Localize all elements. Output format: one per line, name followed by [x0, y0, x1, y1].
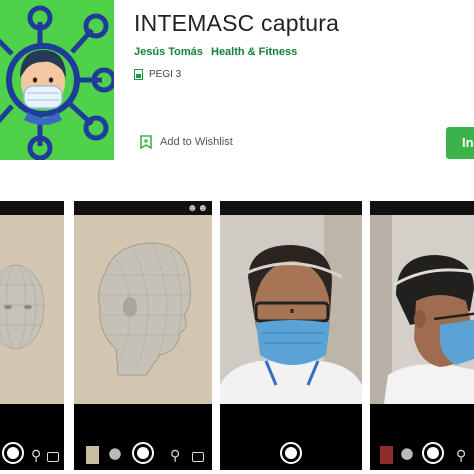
switch-camera-icon[interactable] — [192, 452, 204, 462]
screenshot-image-head-side — [74, 215, 212, 404]
app-title: INTEMASC captura — [134, 10, 340, 36]
screenshot-image-head-front — [0, 215, 64, 404]
pegi-badge-icon — [134, 69, 143, 80]
screenshot-image-mask-front — [220, 215, 362, 404]
bookmark-add-icon — [140, 135, 152, 149]
face-thumbnail-icon — [400, 446, 414, 464]
switch-camera-icon[interactable] — [47, 452, 59, 462]
install-button[interactable]: In — [446, 127, 474, 159]
person-thumbnail-icon: ⚲ — [170, 447, 181, 463]
screenshot-3[interactable] — [220, 201, 362, 470]
camera-controls — [220, 404, 362, 470]
content-rating: PEGI 3 — [134, 69, 181, 80]
camera-shutter-icon[interactable] — [2, 442, 24, 464]
content-rating-label: PEGI 3 — [149, 69, 182, 80]
head-thumbnail-icon — [86, 446, 99, 464]
camera-shutter-icon[interactable] — [422, 442, 444, 464]
camera-shutter-icon[interactable] — [280, 442, 302, 464]
wishlist-label: Add to Wishlist — [160, 136, 233, 148]
screenshot-1[interactable]: ⚲ — [0, 201, 64, 470]
camera-controls: ⚲ — [0, 404, 64, 470]
face-thumbnail-icon — [108, 446, 122, 464]
screenshot-4[interactable]: ⚲ — [370, 201, 474, 470]
head-preview-icon: ☻☻ — [186, 203, 208, 214]
screenshot-2[interactable]: ⚲ ☻☻ — [74, 201, 212, 470]
person-outline-icon: ⚲ — [456, 447, 467, 463]
app-icon — [0, 0, 114, 160]
camera-shutter-icon[interactable] — [132, 442, 154, 464]
add-to-wishlist-button[interactable]: Add to Wishlist — [140, 135, 233, 149]
head-thumbnail-icon: ⚲ — [31, 447, 42, 463]
screenshot-image-mask-side — [370, 215, 474, 404]
category-link[interactable]: Health & Fitness — [211, 46, 297, 58]
developer-link[interactable]: Jesús Tomás — [134, 46, 203, 58]
camera-controls: ⚲ — [74, 404, 212, 470]
masked-face-network-icon — [0, 5, 114, 160]
camera-controls: ⚲ — [370, 404, 474, 470]
person-thumbnail-icon — [380, 446, 393, 464]
